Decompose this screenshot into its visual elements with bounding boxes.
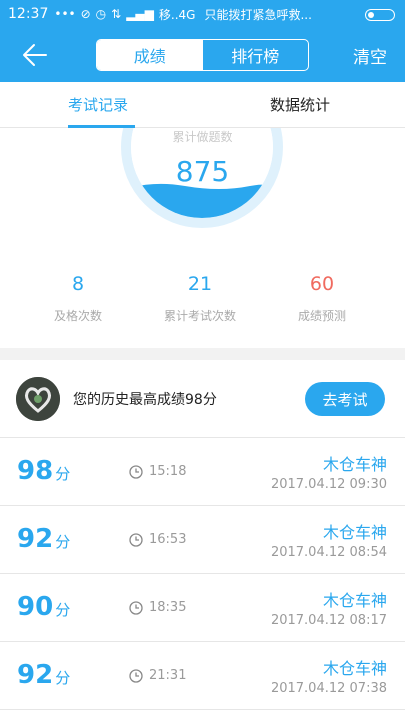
- nav-bar: 成绩 排行榜 清空: [0, 28, 405, 82]
- carrier-label: 移..4G: [158, 7, 196, 22]
- avatar: [16, 377, 60, 421]
- battery-icon: [365, 9, 395, 21]
- record-score-unit: 分: [55, 601, 71, 619]
- record-date: 2017.04.12 08:54: [270, 545, 387, 560]
- record-name: 木仓车神: [322, 591, 387, 610]
- gauge-value: 875: [175, 155, 230, 188]
- record-duration: 21:31: [149, 668, 187, 683]
- record-score: 92 分: [17, 524, 70, 554]
- record-duration: 18:35: [149, 600, 187, 615]
- record-duration: 16:53: [149, 532, 187, 547]
- record-score-value: 98: [17, 456, 54, 486]
- record-score-unit: 分: [55, 465, 71, 483]
- record-score-value: 92: [17, 524, 54, 554]
- signal-bars-icon: ▂▄▆: [126, 7, 154, 21]
- tab-data-statistics[interactable]: 数据统计: [270, 94, 330, 115]
- statistics-panel: 累计做题数 875 8 及格次数 21 累计考试次数 60 成绩预测: [0, 128, 405, 348]
- stat-prediction: 60 成绩预测: [262, 273, 382, 324]
- record-score-value: 92: [17, 660, 54, 690]
- record-score: 92 分: [17, 660, 70, 690]
- status-bar: 12:37 ••• ⊘ ◷ ⇅ ▂▄▆ 移..4G 只能拨打紧急呼救...: [0, 0, 405, 28]
- clear-button[interactable]: 清空: [353, 43, 387, 68]
- record-score-unit: 分: [55, 533, 71, 551]
- arrow-left-icon[interactable]: [20, 41, 50, 69]
- clock-icon: [129, 465, 143, 479]
- record-score: 90 分: [17, 592, 70, 622]
- stat-passed: 8 及格次数: [18, 273, 138, 324]
- clock-icon: [129, 669, 143, 683]
- stat-prediction-label: 成绩预测: [297, 309, 346, 323]
- record-name: 木仓车神: [322, 523, 387, 542]
- best-score-card: 您的历史最高成绩98分 去考试: [0, 360, 405, 438]
- record-date: 2017.04.12 07:38: [270, 681, 387, 696]
- stat-prediction-value: 60: [309, 273, 335, 295]
- status-time: 12:37: [8, 6, 49, 22]
- record-row[interactable]: 98 分 15:18 木仓车神 2017.04.12 09:30: [0, 438, 405, 506]
- alarm-clock-icon: ◷: [95, 7, 107, 21]
- no-data-icon: ⊘: [80, 7, 91, 21]
- record-score-unit: 分: [55, 669, 71, 687]
- record-duration: 15:18: [149, 464, 187, 479]
- record-score-value: 90: [17, 592, 54, 622]
- segment-scores[interactable]: 成绩: [97, 40, 203, 70]
- status-notice: 只能拨打紧急呼救...: [204, 7, 312, 22]
- more-dots-icon: •••: [54, 7, 76, 21]
- record-score: 98 分: [17, 456, 70, 486]
- segment-ranking[interactable]: 排行榜: [203, 40, 309, 70]
- clock-icon: [129, 601, 143, 615]
- take-exam-button[interactable]: 去考试: [305, 382, 385, 416]
- record-date: 2017.04.12 08:17: [270, 613, 387, 628]
- segmented-control: 成绩 排行榜: [96, 39, 309, 71]
- tab-bar: 考试记录 数据统计: [0, 82, 405, 128]
- tab-exam-records[interactable]: 考试记录: [68, 94, 128, 115]
- record-date: 2017.04.12 09:30: [270, 477, 387, 492]
- best-score-text: 您的历史最高成绩98分: [73, 392, 217, 408]
- record-name: 木仓车神: [322, 659, 387, 678]
- clock-icon: [129, 533, 143, 547]
- record-name: 木仓车神: [322, 455, 387, 474]
- signal-icon: ⇅: [111, 7, 122, 21]
- record-row[interactable]: 90 分 18:35 木仓车神 2017.04.12 08:17: [0, 574, 405, 642]
- stat-total-exams: 21 累计考试次数: [140, 273, 260, 324]
- record-row[interactable]: 92 分 21:31 木仓车神 2017.04.12 07:38: [0, 642, 405, 710]
- stat-total-exams-value: 21: [187, 273, 213, 295]
- record-row[interactable]: 92 分 16:53 木仓车神 2017.04.12 08:54: [0, 506, 405, 574]
- exam-record-list: 98 分 15:18 木仓车神 2017.04.12 09:30 92 分 16:5…: [0, 438, 405, 720]
- gauge-label: 累计做题数: [172, 130, 233, 144]
- stat-passed-label: 及格次数: [53, 309, 102, 323]
- stat-passed-value: 8: [71, 273, 85, 295]
- stat-total-exams-label: 累计考试次数: [163, 309, 236, 323]
